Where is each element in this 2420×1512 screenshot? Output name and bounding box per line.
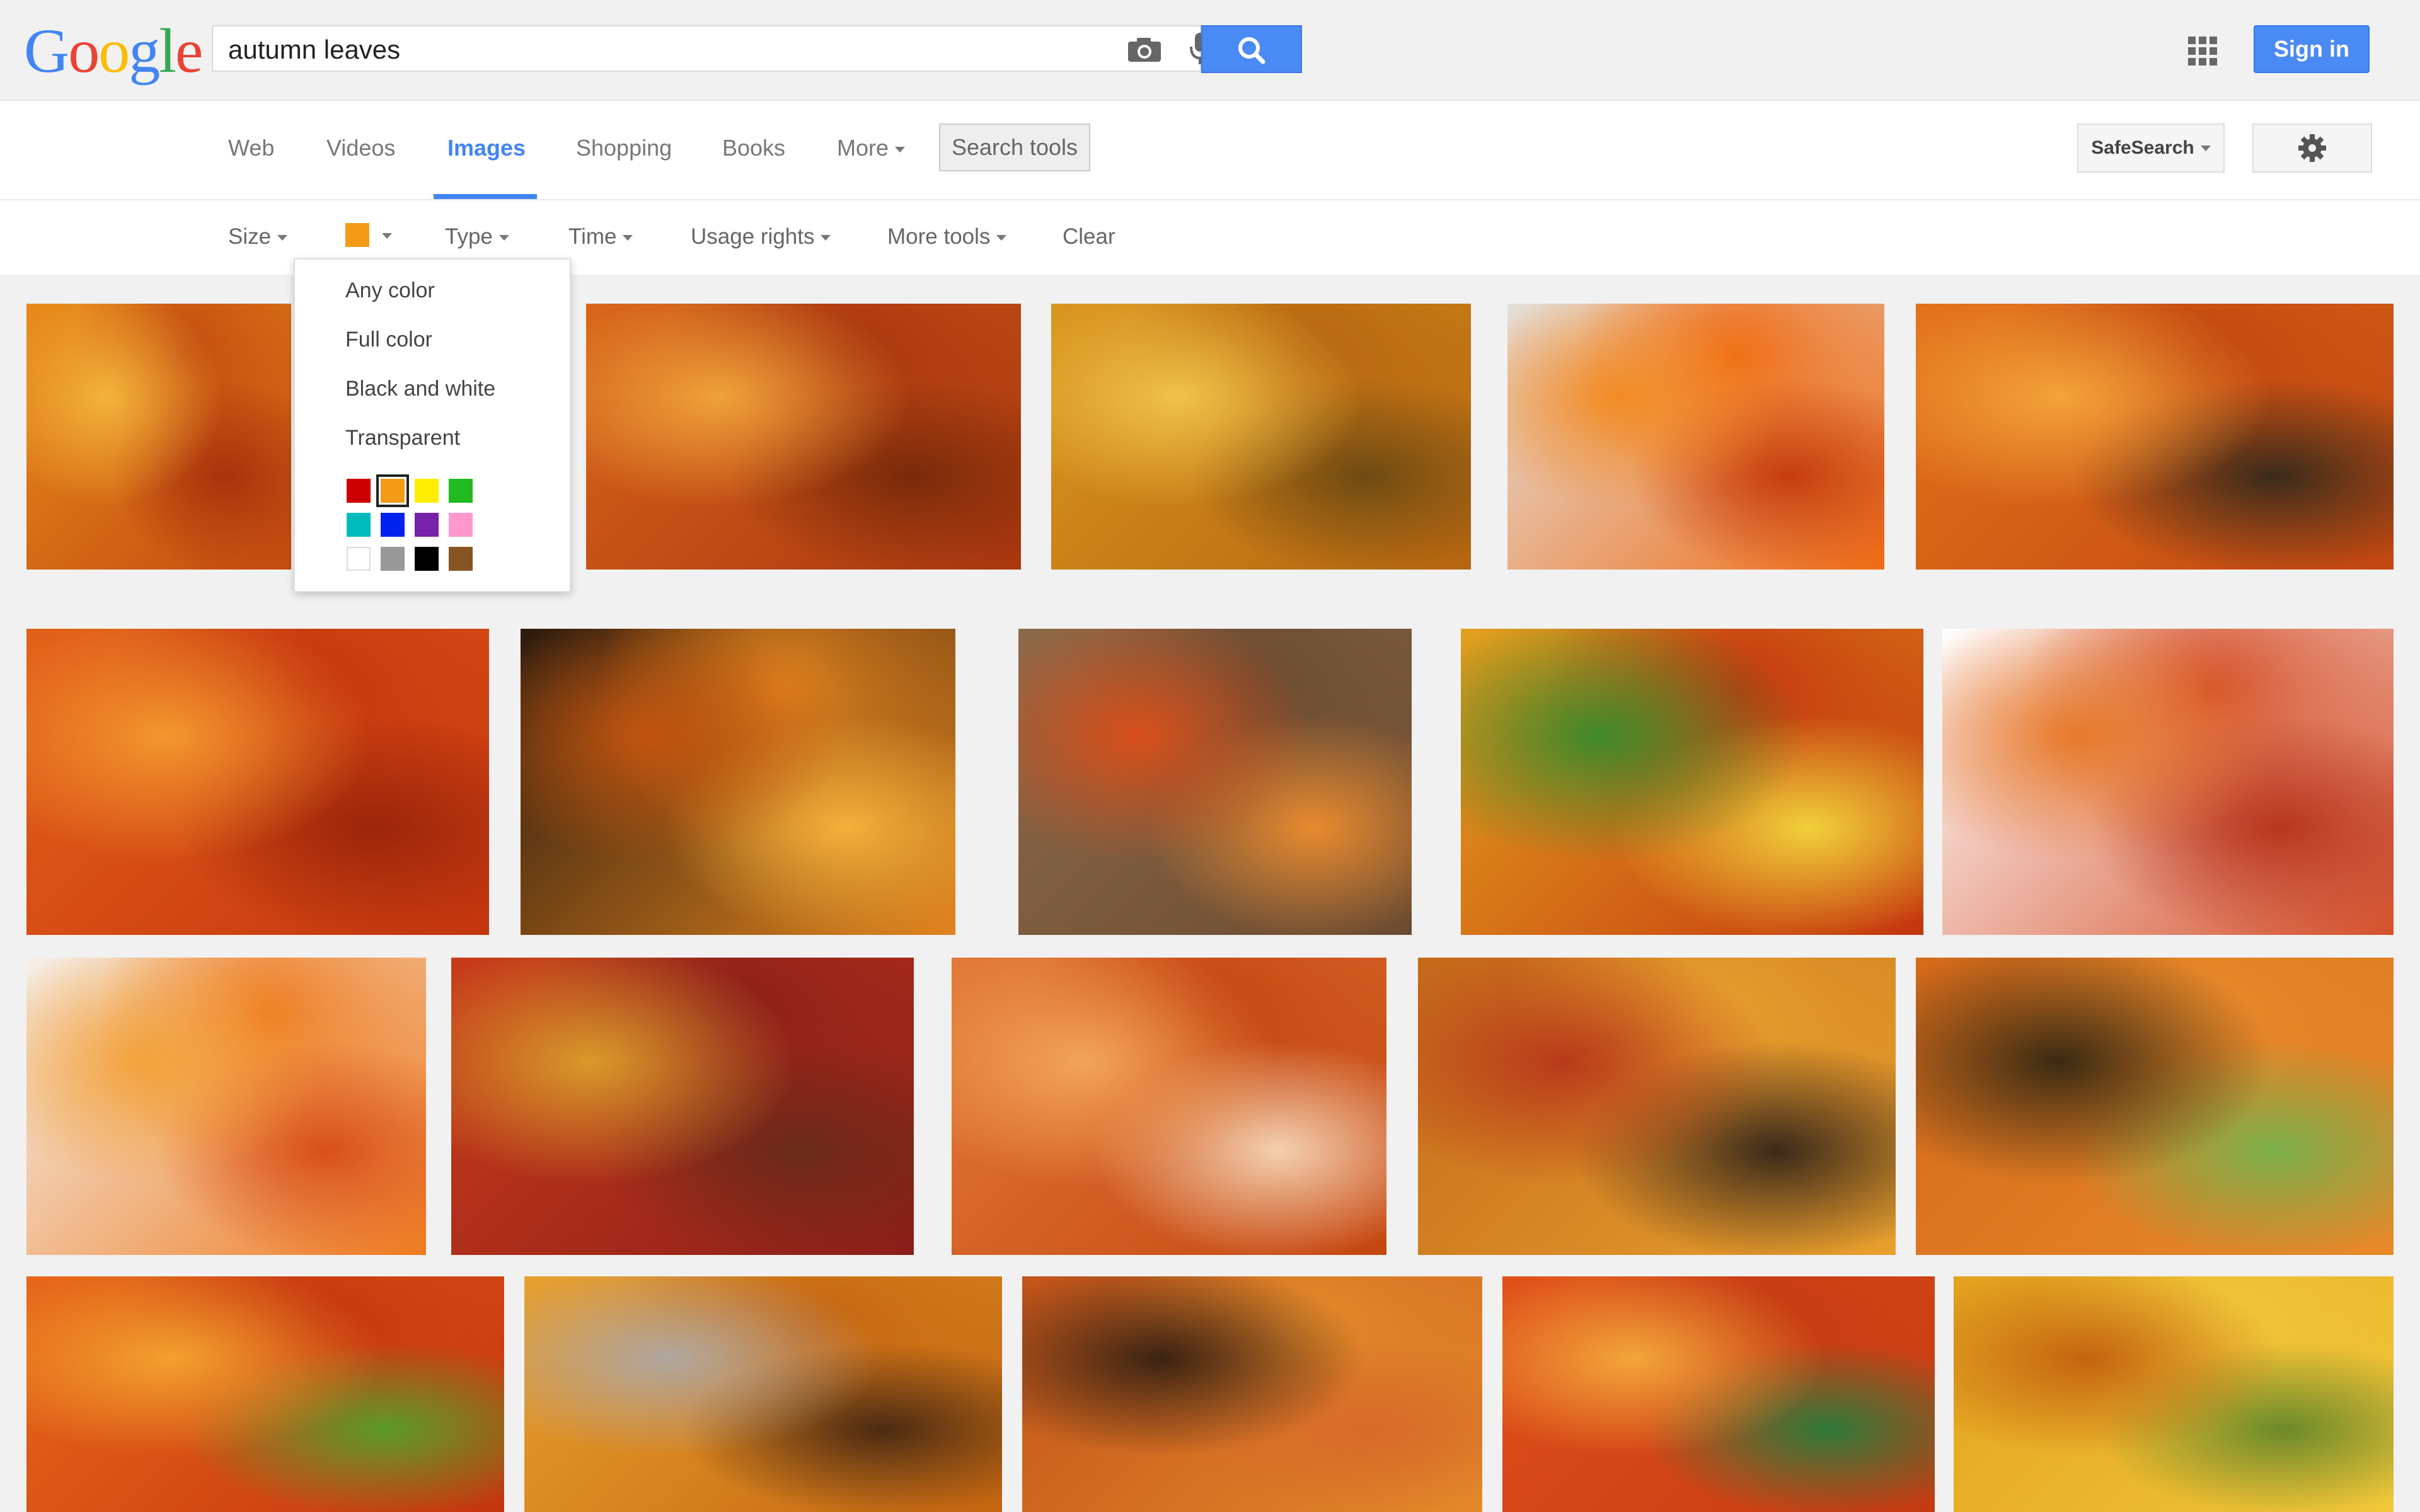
image-result-5[interactable] — [1916, 304, 2394, 570]
color-swatch[interactable] — [381, 513, 405, 537]
menu-item-black-and-white[interactable]: Black and white — [345, 377, 495, 401]
chevron-down-icon — [821, 235, 831, 241]
chevron-down-icon[interactable] — [382, 233, 392, 239]
camera-icon[interactable] — [1126, 35, 1163, 63]
clear-filters-link[interactable]: Clear — [1063, 224, 1115, 249]
color-swatch[interactable] — [449, 479, 473, 503]
safesearch-label: SafeSearch — [2091, 137, 2194, 158]
top-bar: Google Sign in — [0, 0, 2420, 101]
color-swatch[interactable] — [347, 513, 371, 537]
logo-letter: G — [24, 16, 69, 86]
more-tools-filter[interactable]: More tools — [887, 224, 1007, 249]
tab-more[interactable]: More — [837, 135, 906, 161]
image-result-3[interactable] — [1051, 304, 1471, 570]
color-swatch[interactable] — [415, 479, 439, 503]
logo-letter: g — [129, 16, 160, 86]
tab-web[interactable]: Web — [228, 135, 274, 161]
menu-item-any-color[interactable]: Any color — [345, 278, 435, 303]
search-box[interactable] — [212, 25, 1210, 72]
search-tools-button[interactable]: Search tools — [939, 123, 1090, 171]
color-swatch[interactable] — [449, 547, 473, 571]
gear-icon — [2298, 134, 2326, 162]
image-result-19[interactable] — [1502, 1276, 1935, 1512]
tab-books[interactable]: Books — [722, 135, 785, 161]
tab-more-label: More — [837, 135, 889, 161]
color-swatch[interactable] — [449, 513, 473, 537]
color-swatch[interactable] — [376, 474, 409, 507]
image-result-6[interactable] — [26, 629, 489, 935]
chevron-down-icon — [623, 235, 633, 241]
image-result-15[interactable] — [1916, 958, 2394, 1255]
color-swatch[interactable] — [381, 547, 405, 571]
image-result-4[interactable] — [1507, 304, 1884, 570]
image-result-14[interactable] — [1418, 958, 1896, 1255]
image-result-7[interactable] — [521, 629, 955, 935]
chevron-down-icon — [277, 235, 288, 241]
usage-rights-filter[interactable]: Usage rights — [691, 224, 831, 249]
image-result-17[interactable] — [524, 1276, 1002, 1512]
color-swatch[interactable] — [347, 547, 371, 571]
image-result-16[interactable] — [26, 1276, 504, 1512]
size-filter[interactable]: Size — [228, 224, 288, 249]
image-result-10[interactable] — [1942, 629, 2394, 935]
search-nav-bar: Web Videos Images Shopping Books More Se… — [0, 101, 2420, 200]
image-result-9[interactable] — [1461, 629, 1923, 935]
image-result-8[interactable] — [1018, 629, 1412, 935]
color-swatch[interactable] — [347, 479, 371, 503]
tab-shopping[interactable]: Shopping — [576, 135, 672, 161]
type-filter[interactable]: Type — [445, 224, 509, 249]
settings-button[interactable] — [2252, 123, 2372, 173]
chevron-down-icon — [895, 146, 906, 152]
more-tools-label: More tools — [887, 224, 991, 249]
usage-rights-label: Usage rights — [691, 224, 815, 249]
chevron-down-icon — [498, 235, 509, 241]
logo-letter: l — [159, 16, 176, 86]
chevron-down-icon — [2200, 145, 2211, 151]
logo-letter: o — [68, 16, 100, 86]
safesearch-button[interactable]: SafeSearch — [2077, 123, 2225, 173]
type-filter-label: Type — [445, 224, 493, 249]
search-icon — [1238, 37, 1265, 64]
image-result-1[interactable] — [26, 304, 291, 570]
image-result-18[interactable] — [1022, 1276, 1482, 1512]
time-filter-label: Time — [568, 224, 617, 249]
logo-letter: o — [98, 16, 130, 86]
color-swatch[interactable] — [415, 513, 439, 537]
active-tab-indicator — [434, 194, 537, 199]
search-input[interactable] — [227, 30, 1049, 69]
chevron-down-icon — [996, 235, 1007, 241]
image-result-13[interactable] — [952, 958, 1386, 1255]
size-filter-label: Size — [228, 224, 272, 249]
tab-images[interactable]: Images — [447, 135, 526, 161]
tab-videos[interactable]: Videos — [326, 135, 395, 161]
image-result-11[interactable] — [26, 958, 426, 1255]
menu-item-transparent[interactable]: Transparent — [345, 426, 460, 450]
image-result-2[interactable] — [586, 304, 1021, 570]
google-logo[interactable]: Google — [24, 16, 203, 86]
image-result-20[interactable] — [1954, 1276, 2394, 1512]
logo-letter: e — [175, 16, 203, 86]
image-result-12[interactable] — [451, 958, 914, 1255]
color-swatch[interactable] — [415, 547, 439, 571]
menu-item-full-color[interactable]: Full color — [345, 328, 432, 352]
color-filter-swatch[interactable] — [345, 223, 369, 247]
color-filter-menu: Any color Full color Black and white Tra… — [294, 258, 571, 592]
search-button[interactable] — [1201, 25, 1302, 73]
time-filter[interactable]: Time — [568, 224, 633, 249]
apps-grid-icon[interactable] — [2188, 37, 2217, 66]
sign-in-button[interactable]: Sign in — [2254, 25, 2370, 73]
